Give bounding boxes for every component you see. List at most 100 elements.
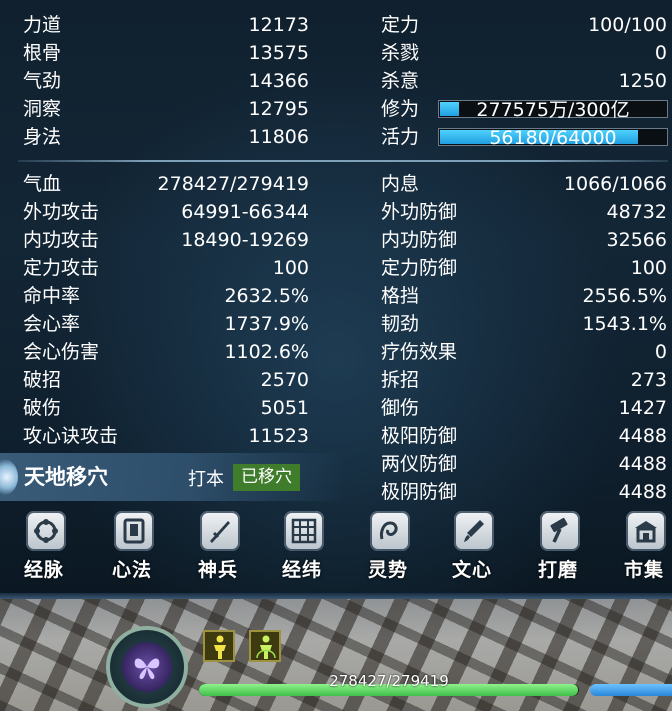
menu-item-market[interactable]: 市集 <box>606 505 672 593</box>
market-icon <box>626 511 666 551</box>
vitality-bar-text: 56180/64000 <box>489 127 617 149</box>
menu-item-polish[interactable]: 打磨 <box>520 505 596 593</box>
hammer-icon <box>540 511 580 551</box>
menu-label: 市集 <box>623 559 664 581</box>
stat-row-mind-attack: 攻心诀攻击 11523 <box>23 422 309 450</box>
stat-label: 气劲 <box>23 70 62 92</box>
stat-row-crit-rate: 会心率 1737.9% <box>23 310 309 338</box>
stat-row-parry: 拆招 273 <box>381 366 667 394</box>
stat-row-break-move: 破招 2570 <box>23 366 309 394</box>
buff-figure-icon[interactable] <box>203 630 235 662</box>
stat-value: 273 <box>630 369 667 391</box>
stat-label: 极阴防御 <box>381 481 458 503</box>
menu-item-mind-art[interactable]: 心法 <box>94 505 170 593</box>
stat-label: 格挡 <box>381 285 420 307</box>
acupoint-status-badge[interactable]: 已移穴 <box>233 464 300 491</box>
menu-label: 打磨 <box>537 559 578 581</box>
vitality-bar-row: 活力 56180/64000 <box>381 123 671 151</box>
stat-row-internal-defense: 内功防御 32566 <box>381 226 667 254</box>
stat-row-energy: 气劲 14366 <box>23 67 309 95</box>
stat-row-healing-effect: 疗伤效果 0 <box>381 338 667 366</box>
stat-value: 12173 <box>248 14 309 36</box>
stat-value: 1066/1066 <box>563 173 667 195</box>
acupoint-mode-label: 打本 <box>188 469 224 490</box>
stat-row-insight: 洞察 12795 <box>23 95 309 123</box>
sword-icon <box>200 511 240 551</box>
stat-label: 力道 <box>23 14 62 36</box>
stat-row-yang-defense: 极阳防御 4488 <box>381 422 667 450</box>
menu-item-meridian[interactable]: 经脉 <box>6 505 82 593</box>
vitality-progress-bar: 56180/64000 <box>438 127 668 149</box>
stat-row-strength: 力道 12173 <box>23 11 309 39</box>
stat-value: 4488 <box>618 425 667 447</box>
stat-label: 杀戮 <box>381 42 420 64</box>
stat-label: 拆招 <box>381 369 420 391</box>
stat-row-focus-attack: 定力攻击 100 <box>23 254 309 282</box>
stat-row-toughness: 韧劲 1543.1% <box>381 310 667 338</box>
stat-value: 1427 <box>618 397 667 419</box>
meridian-icon <box>26 511 66 551</box>
stat-row-crit-damage: 会心伤害 1102.6% <box>23 338 309 366</box>
stat-label: 外功攻击 <box>23 201 100 223</box>
cultivation-progress-bar: 277575万/300亿 <box>438 99 668 121</box>
menu-item-warp-weft[interactable]: 经纬 <box>264 505 340 593</box>
stat-label: 修为 <box>381 98 420 120</box>
stat-label: 定力攻击 <box>23 257 100 279</box>
stat-row-damage-resist: 御伤 1427 <box>381 394 667 422</box>
stat-row-kills: 杀戮 0 <box>381 39 667 67</box>
player-mp-bar <box>590 684 672 696</box>
stat-row-hp: 气血 278427/279419 <box>23 170 309 198</box>
stat-label: 疗伤效果 <box>381 341 458 363</box>
menu-label: 灵势 <box>367 559 408 581</box>
stat-row-internal-breath: 内息 1066/1066 <box>381 170 667 198</box>
stat-label: 极阳防御 <box>381 425 458 447</box>
stat-label: 攻心诀攻击 <box>23 425 119 447</box>
stat-label: 会心率 <box>23 313 81 335</box>
character-stats-panel: 力道 12173 根骨 13575 气劲 14366 洞察 12795 身法 1… <box>0 0 672 600</box>
stat-value: 11523 <box>248 425 309 447</box>
stat-value: 4488 <box>618 453 667 475</box>
grid-icon <box>284 511 324 551</box>
stat-label: 韧劲 <box>381 313 420 335</box>
moon-orb-icon <box>0 459 18 495</box>
menu-label: 心法 <box>111 559 152 581</box>
stat-value: 13575 <box>248 42 309 64</box>
menu-label: 神兵 <box>197 559 238 581</box>
menu-label: 经纬 <box>281 559 322 581</box>
book-icon <box>114 511 154 551</box>
stat-label: 洞察 <box>23 98 62 120</box>
menu-label: 经脉 <box>23 559 64 581</box>
stat-row-killing-intent: 杀意 1250 <box>381 67 667 95</box>
stat-value: 0 <box>654 341 667 363</box>
stat-row-yin-defense: 极阴防御 4488 <box>381 478 667 506</box>
menu-item-spirit-power[interactable]: 灵势 <box>350 505 426 593</box>
brush-icon <box>454 511 494 551</box>
stat-label: 外功防御 <box>381 201 458 223</box>
buff-aura-icon[interactable] <box>249 630 281 662</box>
stat-value: 48732 <box>606 201 667 223</box>
stat-value: 2556.5% <box>582 285 667 307</box>
cultivation-bar-row: 修为 277575万/300亿 <box>381 95 671 123</box>
menu-item-divine-weapon[interactable]: 神兵 <box>180 505 256 593</box>
menu-item-literary-heart[interactable]: 文心 <box>434 505 510 593</box>
acupoint-shift-banner[interactable]: 天地移穴 打本 已移穴 <box>0 453 345 501</box>
acupoint-title: 天地移穴 <box>24 464 108 489</box>
cultivation-bar-text: 277575万/300亿 <box>476 99 630 121</box>
stat-label: 会心伤害 <box>23 341 100 363</box>
stat-row-external-attack: 外功攻击 64991-66344 <box>23 198 309 226</box>
stat-label: 气血 <box>23 173 62 195</box>
stat-label: 破招 <box>23 369 62 391</box>
stat-value: 2632.5% <box>224 285 309 307</box>
stat-label: 命中率 <box>23 285 81 307</box>
stat-value: 100 <box>630 257 667 279</box>
butterfly-icon <box>122 642 172 692</box>
stat-value: 12795 <box>248 98 309 120</box>
character-portrait[interactable] <box>106 626 188 708</box>
stat-row-external-defense: 外功防御 48732 <box>381 198 667 226</box>
stat-value: 1543.1% <box>582 313 667 335</box>
stat-row-block: 格挡 2556.5% <box>381 282 667 310</box>
stat-value: 11806 <box>248 126 309 148</box>
function-menu-bar: 经脉 心法 神兵 经纬 灵势 文心 打磨 市集 <box>0 505 672 593</box>
stat-label: 御伤 <box>381 397 420 419</box>
stat-label: 定力 <box>381 14 420 36</box>
